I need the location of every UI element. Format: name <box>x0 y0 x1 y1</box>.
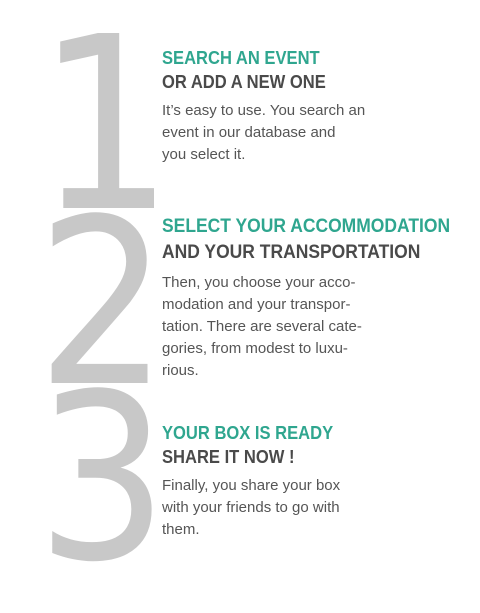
big-number-3: 3 <box>36 346 169 613</box>
step-2-description-line: gories, from modest to luxu- <box>162 340 348 357</box>
step-1-description-line: you select it. <box>162 146 246 163</box>
step-2-title-dark: AND YOUR TRANSPORTATION <box>162 242 421 263</box>
step-3-description-line: Finally, you share your box <box>162 477 341 494</box>
step-1-title-accent: SEARCH AN EVENT <box>162 48 320 68</box>
step-1-description-line: event in our database and <box>162 124 336 141</box>
step-1-description-line: It’s easy to use. You search an <box>162 102 366 119</box>
step-3-title-accent: YOUR BOX IS READY <box>162 423 334 443</box>
step-3-description: Finally, you share your box with your fr… <box>162 475 392 541</box>
step-1-title-dark: OR ADD A NEW ONE <box>162 72 326 92</box>
step-2: SELECT YOUR ACCOMMODATION AND YOUR TRANS… <box>162 214 462 382</box>
step-2-description: Then, you choose your acco- modation and… <box>162 272 392 382</box>
step-1: SEARCH AN EVENT OR ADD A NEW ONE It’s ea… <box>162 46 462 166</box>
step-3: YOUR BOX IS READY SHARE IT NOW ! Finally… <box>162 421 462 541</box>
step-2-title-accent: SELECT YOUR ACCOMMODATION <box>162 216 451 237</box>
step-2-description-line: tation. There are several cate- <box>162 318 362 335</box>
step-3-description-line: with your friends to go with <box>162 499 340 516</box>
step-2-description-line: Then, you choose your acco- <box>162 274 356 291</box>
step-3-title-dark: SHARE IT NOW ! <box>162 447 295 467</box>
step-1-description: It’s easy to use. You search an event in… <box>162 100 392 166</box>
step-2-description-line: modation and your transpor- <box>162 296 351 313</box>
step-2-description-line: rious. <box>162 362 199 379</box>
step-3-description-line: them. <box>162 521 200 538</box>
